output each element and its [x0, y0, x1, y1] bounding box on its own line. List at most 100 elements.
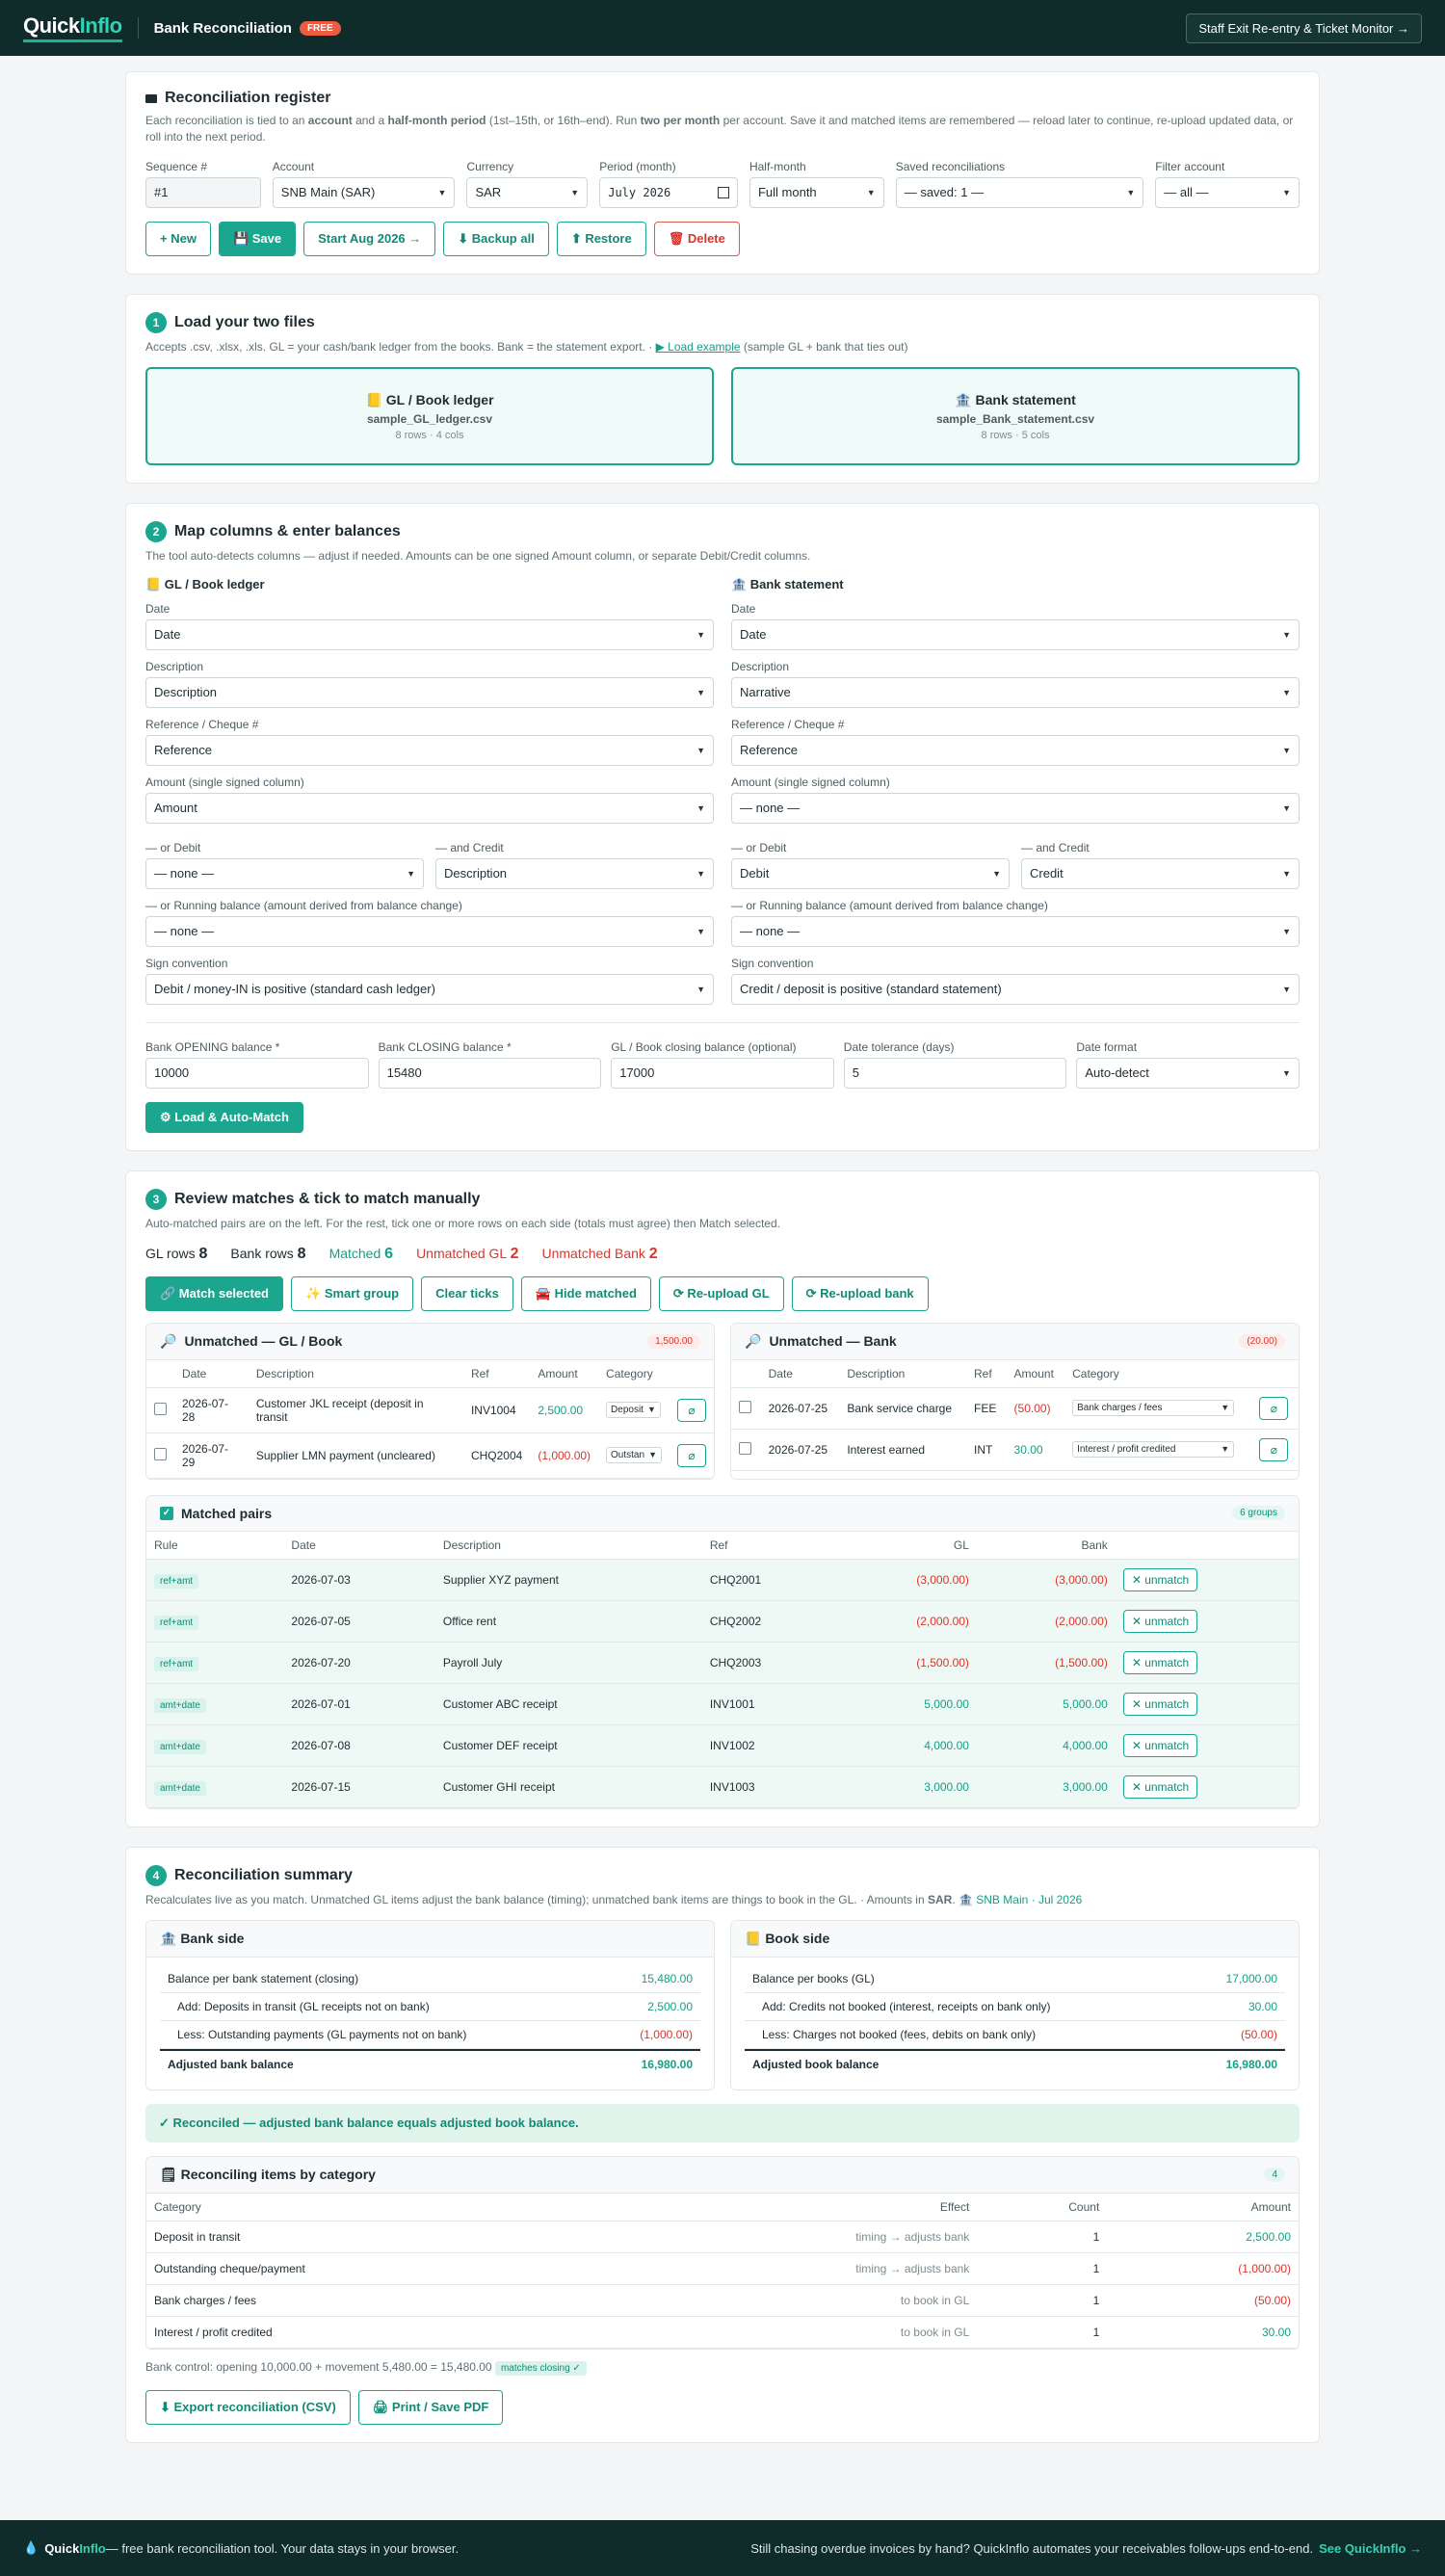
- gl-mapping: 📒 GL / Book ledger Date Date ▼ Description…: [145, 577, 714, 1005]
- register-card: Reconciliation register Each reconciliat…: [125, 71, 1320, 275]
- register-title: Reconciliation register: [165, 90, 331, 106]
- print-pdf-button[interactable]: 🖨 Print / Save PDF: [357, 2389, 504, 2425]
- saved-reconciliations-select[interactable]: — saved: 1 — ▼: [895, 176, 1144, 208]
- search-icon: 🔎: [745, 1332, 762, 1349]
- date-format-select[interactable]: Auto-detect ▼: [1076, 1057, 1300, 1089]
- matched-pairs-panel: ✓ Matched pairs 6 groups Rule Date Descripti…: [145, 1494, 1300, 1809]
- gl-ref-select[interactable]: Reference ▼: [145, 734, 714, 766]
- table-row: 2026-07-25 Bank service charge FEE (50.00) B…: [731, 1387, 1299, 1430]
- closing-balance-input[interactable]: 15480: [378, 1057, 602, 1089]
- filter-account-select[interactable]: — all — ▼: [1155, 176, 1300, 208]
- table-row: 2026-07-29 Supplier LMN payment (uncleare…: [146, 1433, 714, 1479]
- backup-all-button[interactable]: ⬇ Backup all: [443, 221, 549, 256]
- staff-exit-button[interactable]: Staff Exit Re-entry & Ticket Monitor →: [1186, 13, 1422, 43]
- smart-group-button[interactable]: ✨ Smart group: [291, 1275, 414, 1311]
- hide-matched-button[interactable]: 🚘 Hide matched: [520, 1275, 651, 1311]
- bank-credit-select[interactable]: Credit ▼: [1021, 857, 1300, 889]
- match-selected-button[interactable]: 🔗 Match selected: [145, 1275, 284, 1311]
- register-description: Each reconciliation is tied to an accoun…: [145, 114, 1294, 145]
- sequence-field: #1: [145, 176, 261, 208]
- bank-sign-select[interactable]: Credit / deposit is positive (standard s…: [731, 973, 1300, 1005]
- unmatch-button[interactable]: ✕ unmatch: [1122, 1774, 1198, 1799]
- gl-amount-select[interactable]: Amount ▼: [145, 792, 714, 824]
- gl-debit-select[interactable]: — none — ▼: [145, 857, 424, 889]
- clear-ticks-button[interactable]: Clear ticks: [421, 1275, 513, 1311]
- bank-running-select[interactable]: — none — ▼: [731, 915, 1300, 947]
- bank-debit-select[interactable]: Debit ▼: [731, 857, 1010, 889]
- matched-row: ref+amt 2026-07-05 Office rent CHQ2002 (2,00…: [146, 1600, 1299, 1643]
- step1-card: 1 Load your two files Accepts .csv, .xlsx…: [125, 293, 1320, 485]
- see-quickinflo-link[interactable]: See QuickInflo →: [1319, 2541, 1422, 2556]
- table-row: 2026-07-25 Interest earned INT 30.00 Interes…: [731, 1429, 1299, 1471]
- step3-card: 3 Review matches & tick to match manually…: [125, 1170, 1320, 1827]
- bank-ref-select[interactable]: Reference ▼: [731, 734, 1300, 766]
- gl-running-select[interactable]: — none — ▼: [145, 915, 714, 947]
- bank-control: Bank control: opening 10,000.00 + moveme…: [145, 2359, 1300, 2377]
- bank-mapping: 🏦 Bank statement Date Date ▼ Description Na…: [731, 577, 1300, 1005]
- bank-amount-select[interactable]: — none — ▼: [731, 792, 1300, 824]
- date-tolerance-input[interactable]: 5: [843, 1057, 1067, 1089]
- gl-closing-input[interactable]: 17000: [611, 1057, 834, 1089]
- gl-date-select[interactable]: Date ▼: [145, 618, 714, 650]
- start-next-period-button[interactable]: Start Aug 2026 →: [303, 221, 436, 256]
- matched-row: ref+amt 2026-07-20 Payroll July CHQ2003 (1,5…: [146, 1642, 1299, 1684]
- half-month-select[interactable]: Full month ▼: [749, 176, 884, 208]
- clear-icon[interactable]: ⌀: [1259, 1437, 1289, 1461]
- opening-balance-input[interactable]: 10000: [145, 1057, 369, 1089]
- calendar-icon[interactable]: [717, 186, 729, 198]
- logo[interactable]: QuickInflo: [23, 13, 122, 42]
- unmatch-button[interactable]: ✕ unmatch: [1122, 1692, 1198, 1716]
- gl-dropzone[interactable]: 📒 GL / Book ledger sample_GL_ledger.csv 8 …: [145, 367, 714, 466]
- gl-desc-select[interactable]: Description ▼: [145, 676, 714, 708]
- step4-card: 4 Reconciliation summary Recalculates liv…: [125, 1846, 1320, 2443]
- save-button[interactable]: 💾 Save: [218, 221, 297, 256]
- export-csv-button[interactable]: ⬇ Export reconciliation (CSV): [145, 2389, 351, 2425]
- table-row: Interest / profit credited to book in GL 1…: [146, 2316, 1299, 2350]
- table-row: Outstanding cheque/payment timing → adjus…: [146, 2252, 1299, 2286]
- reconciled-banner: ✓ Reconciled — adjusted bank balance equ…: [145, 2104, 1300, 2143]
- row-checkbox[interactable]: [739, 1400, 751, 1413]
- free-badge: FREE: [299, 20, 341, 36]
- row-checkbox[interactable]: [739, 1441, 751, 1455]
- table-row: Deposit in transit timing → adjusts bank 1…: [146, 2221, 1299, 2254]
- unmatch-button[interactable]: ✕ unmatch: [1122, 1609, 1198, 1633]
- account-select[interactable]: SNB Main (SAR) ▼: [272, 176, 456, 208]
- unmatch-button[interactable]: ✕ unmatch: [1122, 1650, 1198, 1674]
- unmatch-button[interactable]: ✕ unmatch: [1122, 1567, 1198, 1591]
- load-auto-match-button[interactable]: ⚙ Load & Auto-Match: [145, 1101, 303, 1133]
- reupload-bank-button[interactable]: ⟳ Re-upload bank: [791, 1275, 929, 1311]
- unmatched-bank-panel: 🔎 Unmatched — Bank (20.00) Date Description…: [730, 1322, 1300, 1480]
- period-month-input[interactable]: July 2026: [599, 176, 738, 208]
- top-bar: QuickInflo Bank Reconciliation FREE Staf…: [0, 0, 1445, 56]
- bank-date-select[interactable]: Date ▼: [731, 618, 1300, 650]
- new-button[interactable]: + New: [145, 221, 211, 256]
- delete-button[interactable]: 🗑 Delete: [653, 221, 740, 256]
- row-checkbox[interactable]: [154, 1402, 167, 1415]
- category-select[interactable]: Interest / profit credited ▼: [1072, 1441, 1235, 1459]
- search-icon: 🔎: [160, 1332, 177, 1349]
- table-row: 2026-07-28 Customer JKL receipt (deposit …: [146, 1387, 714, 1433]
- clear-icon[interactable]: ⌀: [676, 1443, 706, 1467]
- clear-icon[interactable]: ⌀: [676, 1398, 706, 1422]
- unmatched-gl-panel: 🔎 Unmatched — GL / Book 1,500.00 Date Descr…: [145, 1322, 715, 1480]
- load-example-link[interactable]: ▶ Load example: [656, 340, 741, 354]
- unmatch-button[interactable]: ✕ unmatch: [1122, 1733, 1198, 1757]
- matched-row: ref+amt 2026-07-03 Supplier XYZ payment CHQ…: [146, 1559, 1299, 1601]
- step1-title: Load your two files: [174, 313, 315, 330]
- table-row: Bank charges / fees to book in GL 1 (50.00): [146, 2284, 1299, 2318]
- gl-sign-select[interactable]: Debit / money-IN is positive (standard c…: [145, 973, 714, 1005]
- matched-row: amt+date 2026-07-08 Customer DEF receipt IN…: [146, 1724, 1299, 1767]
- category-select[interactable]: Deposit ▼: [606, 1402, 661, 1419]
- category-panel: 🗒 Reconciling items by category 4 Categor…: [145, 2156, 1300, 2351]
- bank-desc-select[interactable]: Narrative ▼: [731, 676, 1300, 708]
- reupload-gl-button[interactable]: ⟳ Re-upload GL: [658, 1275, 784, 1311]
- currency-select[interactable]: SAR ▼: [466, 176, 589, 208]
- clear-icon[interactable]: ⌀: [1259, 1396, 1289, 1420]
- gl-credit-select[interactable]: Description ▼: [435, 857, 714, 889]
- category-select[interactable]: Outstan ▼: [606, 1447, 662, 1464]
- bank-dropzone[interactable]: 🏦 Bank statement sample_Bank_statement.cs…: [731, 367, 1300, 466]
- row-checkbox[interactable]: [154, 1447, 167, 1460]
- category-select[interactable]: Bank charges / fees ▼: [1072, 1400, 1235, 1417]
- restore-button[interactable]: ⬆ Restore: [556, 221, 646, 256]
- matched-row: amt+date 2026-07-15 Customer GHI receipt IN…: [146, 1766, 1299, 1808]
